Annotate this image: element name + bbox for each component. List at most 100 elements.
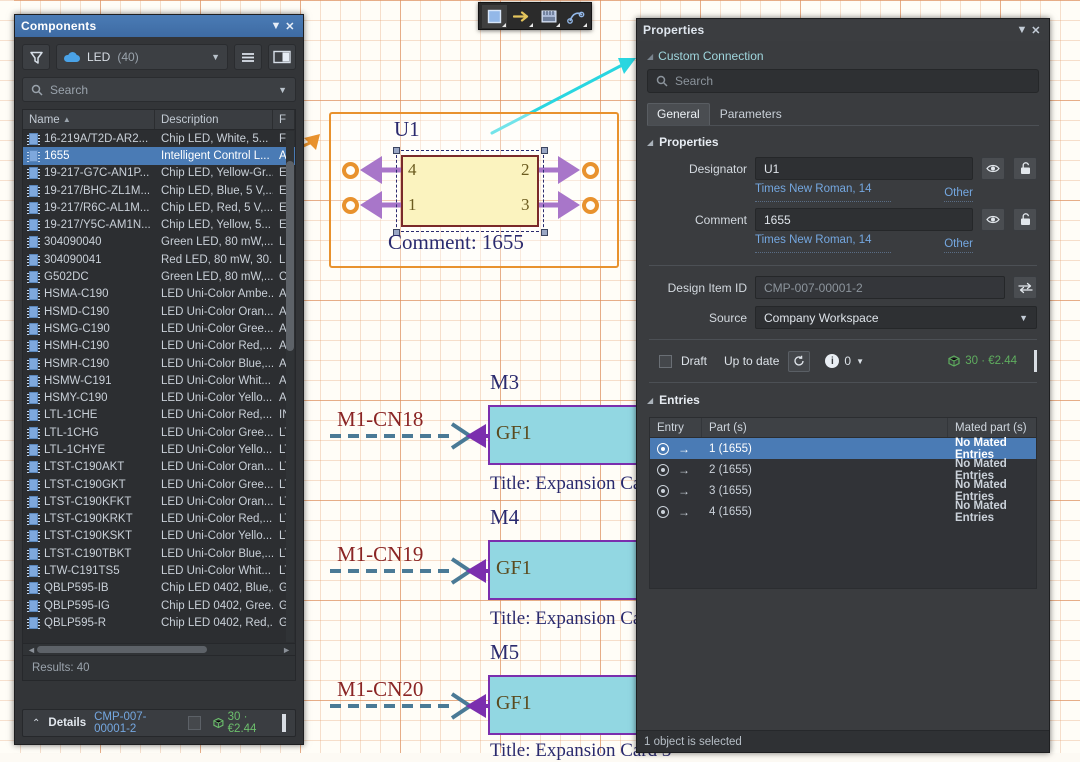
designator-lock-button[interactable] (1013, 157, 1037, 180)
comment-font-link[interactable]: Times New Roman, 14 (755, 234, 872, 252)
component-list-row[interactable]: LTL-1CHELED Uni-Color Red,...IN (23, 407, 295, 424)
net-label-m1-cn20[interactable]: M1-CN20 (337, 677, 423, 702)
entries-table-row[interactable]: →3 (1655)No Mated Entries (650, 480, 1036, 501)
comment-input[interactable]: 1655 (755, 208, 973, 231)
pin-marker-left-bottom[interactable] (342, 197, 359, 214)
component-list-row[interactable]: 16-219A/T2D-AR2...Chip LED, White, 5...F (23, 130, 295, 147)
chevron-up-icon[interactable]: ⌃ (32, 718, 40, 729)
designator-visibility-button[interactable] (981, 157, 1005, 180)
eye-icon[interactable] (657, 485, 669, 497)
eye-icon[interactable] (657, 506, 669, 518)
entries-table-row[interactable]: →4 (1655)No Mated Entries (650, 501, 1036, 522)
details-bar[interactable]: ⌃ Details CMP-007-00001-2 30 · €2.44 (22, 709, 296, 737)
component-list-row[interactable]: 1655Intelligent Control L...A (23, 147, 295, 164)
component-list-row[interactable]: HSMH-C190LED Uni-Color Red,...A (23, 338, 295, 355)
resize-handle-tl[interactable] (393, 147, 400, 154)
place-directive-tool-button[interactable] (509, 5, 534, 28)
resize-handle-br[interactable] (541, 229, 548, 236)
place-component-tool-button[interactable] (536, 5, 561, 28)
component-list-row[interactable]: LTST-C190AKTLED Uni-Color Oran...LT (23, 459, 295, 476)
components-list-scrollbar[interactable] (286, 131, 294, 642)
place-net-tie-tool-button[interactable] (563, 5, 588, 28)
entries-table[interactable]: Entry Part (s) Mated part (s) →1 (1655)N… (649, 417, 1037, 589)
component-list-row[interactable]: LTL-1CHYELED Uni-Color Yello...LT (23, 441, 295, 458)
net-label-m1-cn18[interactable]: M1-CN18 (337, 407, 423, 432)
components-panel-titlebar[interactable]: Components ▼ ✕ (15, 15, 303, 37)
component-list-row[interactable]: 304090041Red LED, 80 mW, 30...LI (23, 251, 295, 268)
components-list-hscrollbar[interactable]: ◄ ► (23, 643, 295, 655)
entries-table-row[interactable]: →2 (1655)No Mated Entries (650, 459, 1036, 480)
component-list-row[interactable]: 19-217/R6C-AL1M...Chip LED, Red, 5 V,...… (23, 199, 295, 216)
net-label-m1-cn19[interactable]: M1-CN19 (337, 542, 423, 567)
properties-search-input[interactable]: Search (647, 69, 1039, 93)
component-list-row[interactable]: 19-217-G7C-AN1P...Chip LED, Yellow-Gr...… (23, 165, 295, 182)
source-dropdown[interactable]: Company Workspace ▼ (755, 306, 1037, 329)
component-list-row[interactable]: LTL-1CHGLED Uni-Color Gree...LT (23, 424, 295, 441)
component-list-row[interactable]: LTST-C190KSKTLED Uni-Color Yello...LT (23, 528, 295, 545)
component-list-row[interactable]: HSMY-C190LED Uni-Color Yello...A (23, 389, 295, 406)
category-dropdown[interactable]: LED (40) ▼ (56, 44, 228, 70)
arrow-right-icon[interactable]: → (678, 442, 690, 456)
place-rectangle-tool-button[interactable] (482, 5, 507, 28)
entry-icons[interactable]: → (650, 442, 702, 456)
object-type-header[interactable]: ◢ Custom Connection (637, 41, 1049, 67)
component-list-row[interactable]: LTST-C190KFKTLED Uni-Color Oran...LT (23, 493, 295, 510)
hscrollbar-thumb[interactable] (37, 646, 207, 653)
chevron-down-icon[interactable]: ▼ (269, 18, 283, 34)
pin-marker-left-top[interactable] (342, 162, 359, 179)
comment-lock-button[interactable] (1013, 208, 1037, 231)
comment-visibility-button[interactable] (981, 208, 1005, 231)
entry-icons[interactable]: → (650, 505, 702, 519)
designator-input[interactable]: U1 (755, 157, 973, 180)
close-icon[interactable]: ✕ (1029, 22, 1043, 38)
details-item-id[interactable]: CMP-007-00001-2 (94, 711, 180, 735)
components-list[interactable]: Name ▲ Description F 16-219A/T2D-AR2...C… (22, 109, 296, 656)
tab-general[interactable]: General (647, 103, 710, 125)
component-list-row[interactable]: HSMR-C190LED Uni-Color Blue,...A (23, 355, 295, 372)
scroll-left-icon[interactable]: ◄ (27, 645, 36, 655)
design-item-id-input[interactable]: CMP-007-00001-2 (755, 276, 1005, 299)
designator-font-link[interactable]: Times New Roman, 14 (755, 183, 872, 201)
pin-marker-right-bottom[interactable] (582, 197, 599, 214)
scroll-right-icon[interactable]: ► (282, 645, 291, 655)
scrollbar-thumb[interactable] (286, 161, 294, 351)
refresh-button[interactable] (788, 351, 810, 372)
component-list-row[interactable]: LTST-C190KRKTLED Uni-Color Red,...LT (23, 511, 295, 528)
arrow-right-icon[interactable]: → (678, 463, 690, 477)
resize-handle-tr[interactable] (541, 147, 548, 154)
component-list-row[interactable]: LTW-C191TS5LED Uni-Color Whit...LT (23, 562, 295, 579)
arrow-right-icon[interactable]: → (678, 505, 690, 519)
component-list-row[interactable]: QBLP595-RChip LED 0402, Red,...G (23, 614, 295, 631)
close-icon[interactable]: ✕ (283, 18, 297, 34)
comment-other-link[interactable]: Other (944, 238, 973, 250)
symbol-designator-u1[interactable]: U1 (394, 117, 420, 142)
entries-table-rows[interactable]: →1 (1655)No Mated Entries→2 (1655)No Mat… (650, 438, 1036, 522)
component-list-row[interactable]: LTST-C190GKTLED Uni-Color Gree...LT (23, 476, 295, 493)
entry-icons[interactable]: → (650, 484, 702, 498)
tab-parameters[interactable]: Parameters (710, 103, 792, 125)
components-list-rows[interactable]: 16-219A/T2D-AR2...Chip LED, White, 5...F… (23, 130, 295, 643)
chevron-down-icon[interactable]: ▼ (856, 357, 864, 366)
draft-checkbox[interactable] (659, 355, 672, 368)
properties-section-header[interactable]: ◢ Properties (637, 126, 1049, 155)
entries-table-row[interactable]: →1 (1655)No Mated Entries (650, 438, 1036, 459)
component-list-row[interactable]: HSMD-C190LED Uni-Color Oran...A (23, 303, 295, 320)
component-list-row[interactable]: HSMA-C190LED Uni-Color Ambe...A (23, 286, 295, 303)
symbol-comment-label[interactable]: Comment: 1655 (388, 230, 524, 255)
component-list-row[interactable]: 19-217/Y5C-AM1N...Chip LED, Yellow, 5...… (23, 216, 295, 233)
component-list-row[interactable]: G502DCGreen LED, 80 mW,...C (23, 268, 295, 285)
filter-button[interactable] (22, 44, 50, 70)
eye-icon[interactable] (657, 464, 669, 476)
design-item-id-swap-button[interactable] (1013, 276, 1037, 299)
info-icon[interactable]: i (825, 354, 839, 368)
chevron-down-icon[interactable]: ▼ (1015, 22, 1029, 38)
chevron-down-icon[interactable]: ▼ (278, 85, 287, 95)
floating-toolbar[interactable] (478, 2, 592, 30)
component-list-row[interactable]: HSMG-C190LED Uni-Color Gree...A (23, 320, 295, 337)
component-list-row[interactable]: QBLP595-IBChip LED 0402, Blue,...G (23, 580, 295, 597)
arrow-right-icon[interactable]: → (678, 484, 690, 498)
split-view-button[interactable] (268, 44, 296, 70)
details-resize-grip[interactable] (282, 714, 286, 732)
entries-section-header[interactable]: ◢ Entries (637, 391, 1049, 413)
components-search-input[interactable]: Search ▼ (22, 77, 296, 102)
